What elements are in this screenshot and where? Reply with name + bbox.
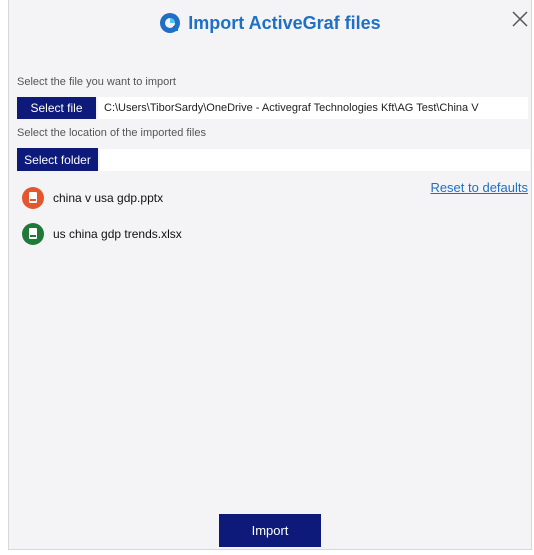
select-file-button[interactable]: Select file [17,97,96,119]
file-list-item[interactable]: us china gdp trends.xlsx [21,222,182,246]
file-name: us china gdp trends.xlsx [53,227,182,241]
file-list-item[interactable]: china v usa gdp.pptx [21,186,163,210]
close-icon[interactable] [509,8,531,30]
folder-path-field[interactable] [100,149,530,171]
dialog-header: Import ActiveGraf files [9,8,531,38]
select-folder-label: Select the location of the imported file… [17,127,206,139]
select-file-label: Select the file you want to import [17,76,176,88]
select-folder-button[interactable]: Select folder [17,148,98,171]
dialog-title: Import ActiveGraf files [188,12,381,33]
excel-file-icon [22,223,44,245]
file-path-field[interactable]: C:\Users\TiborSardy\OneDrive - Activegra… [98,97,528,119]
import-button[interactable]: Import [219,514,321,547]
powerpoint-file-icon [22,187,44,209]
file-name: china v usa gdp.pptx [53,191,164,205]
reset-to-defaults-link[interactable]: Reset to defaults [430,180,528,195]
activegraf-logo-icon [160,13,181,33]
import-dialog: Import ActiveGraf files Select the file … [8,0,532,550]
